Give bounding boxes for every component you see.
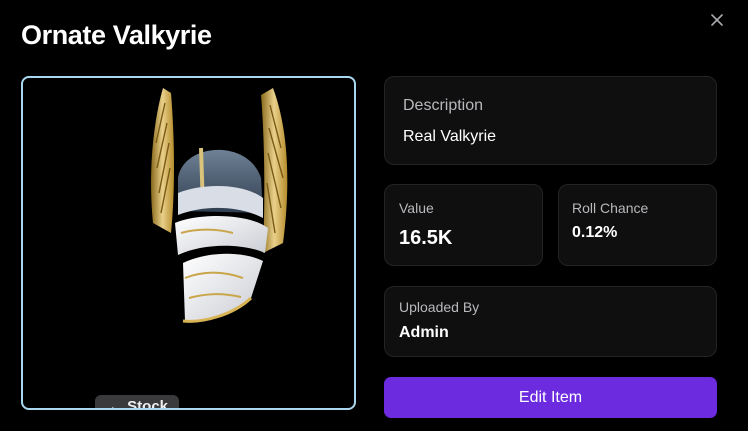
item-image-panel: ← Stock bbox=[21, 76, 356, 410]
roll-chance-label: Roll Chance bbox=[572, 200, 649, 216]
edit-item-button[interactable]: Edit Item bbox=[384, 377, 717, 418]
description-card: Description Real Valkyrie bbox=[384, 76, 717, 165]
value-label: Value bbox=[399, 200, 434, 216]
uploaded-by-value: Admin bbox=[399, 324, 449, 341]
uploaded-by-label: Uploaded By bbox=[399, 299, 480, 315]
uploaded-by-card: Uploaded By Admin bbox=[384, 286, 717, 357]
value-card: Value 16.5K bbox=[384, 184, 543, 266]
roll-chance-card: Roll Chance 0.12% bbox=[558, 184, 717, 266]
stock-badge[interactable]: ← Stock bbox=[95, 395, 179, 408]
valkyrie-helmet-image bbox=[151, 88, 288, 323]
roll-chance-value: 0.12% bbox=[572, 224, 618, 241]
item-modal: Ornate Valkyrie ← Stock Description Real… bbox=[0, 0, 748, 431]
close-icon[interactable] bbox=[706, 9, 728, 31]
description-value: Real Valkyrie bbox=[403, 128, 497, 145]
description-label: Description bbox=[403, 97, 484, 114]
item-title: Ornate Valkyrie bbox=[21, 20, 212, 50]
value-amount: 16.5K bbox=[399, 227, 453, 249]
